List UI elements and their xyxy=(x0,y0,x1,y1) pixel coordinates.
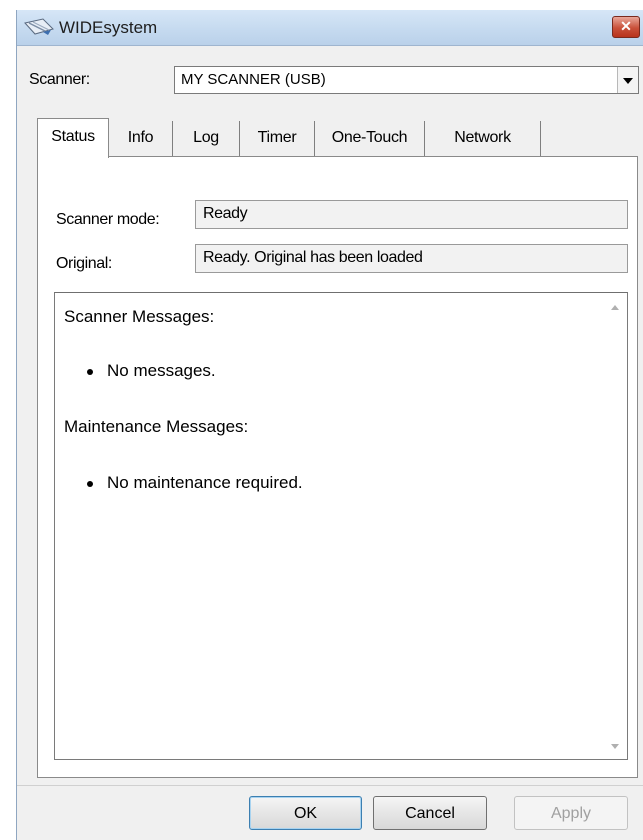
tab-info-label: Info xyxy=(127,129,154,146)
tab-log[interactable]: Log xyxy=(173,121,240,156)
scanner-messages-heading: Scanner Messages: xyxy=(64,307,215,326)
scanner-select-value: MY SCANNER (USB) xyxy=(181,71,326,88)
tab-strip: Status Info Log Timer One-Touch Network xyxy=(37,118,597,158)
scroll-down-arrow-icon[interactable] xyxy=(611,744,619,749)
scanner-app-icon xyxy=(24,18,54,35)
messages-box[interactable]: Scanner Messages: No messages. Maintenan… xyxy=(54,292,628,760)
tab-timer-label: Timer xyxy=(257,129,297,146)
tab-one-touch[interactable]: One-Touch xyxy=(315,121,425,156)
tab-status-label: Status xyxy=(51,128,95,145)
tab-status[interactable]: Status xyxy=(37,118,109,158)
dialog-window: WIDEsystem ✕ Scanner: MY SCANNER (USB) S… xyxy=(16,10,643,840)
tab-timer[interactable]: Timer xyxy=(240,121,315,156)
apply-button[interactable]: Apply xyxy=(514,796,628,830)
original-label: Original: xyxy=(56,255,112,272)
scanner-label: Scanner: xyxy=(29,71,90,88)
ok-button[interactable]: OK xyxy=(249,796,362,830)
maintenance-messages-heading: Maintenance Messages: xyxy=(64,417,249,436)
list-item: No messages. xyxy=(87,361,216,380)
tab-network-label: Network xyxy=(454,129,511,146)
chevron-down-icon[interactable] xyxy=(617,67,638,93)
tab-info[interactable]: Info xyxy=(109,121,173,156)
close-button[interactable]: ✕ xyxy=(612,16,640,38)
scroll-up-arrow-icon[interactable] xyxy=(611,305,619,310)
title-bar[interactable]: WIDEsystem ✕ xyxy=(17,10,643,46)
scanner-mode-field: Ready xyxy=(195,200,628,229)
window-title: WIDEsystem xyxy=(59,18,158,37)
scanner-select[interactable]: MY SCANNER (USB) xyxy=(174,66,639,94)
list-item: No maintenance required. xyxy=(87,473,303,492)
tab-log-label: Log xyxy=(193,129,219,146)
cancel-button[interactable]: Cancel xyxy=(373,796,487,830)
close-icon[interactable]: ✕ xyxy=(620,18,632,34)
tab-network[interactable]: Network xyxy=(425,121,541,156)
tab-one-touch-label: One-Touch xyxy=(331,129,408,146)
footer-divider xyxy=(17,785,643,786)
messages-scrollbar[interactable] xyxy=(605,293,627,759)
scanner-mode-label: Scanner mode: xyxy=(56,211,160,228)
original-field: Ready. Original has been loaded xyxy=(195,244,628,273)
